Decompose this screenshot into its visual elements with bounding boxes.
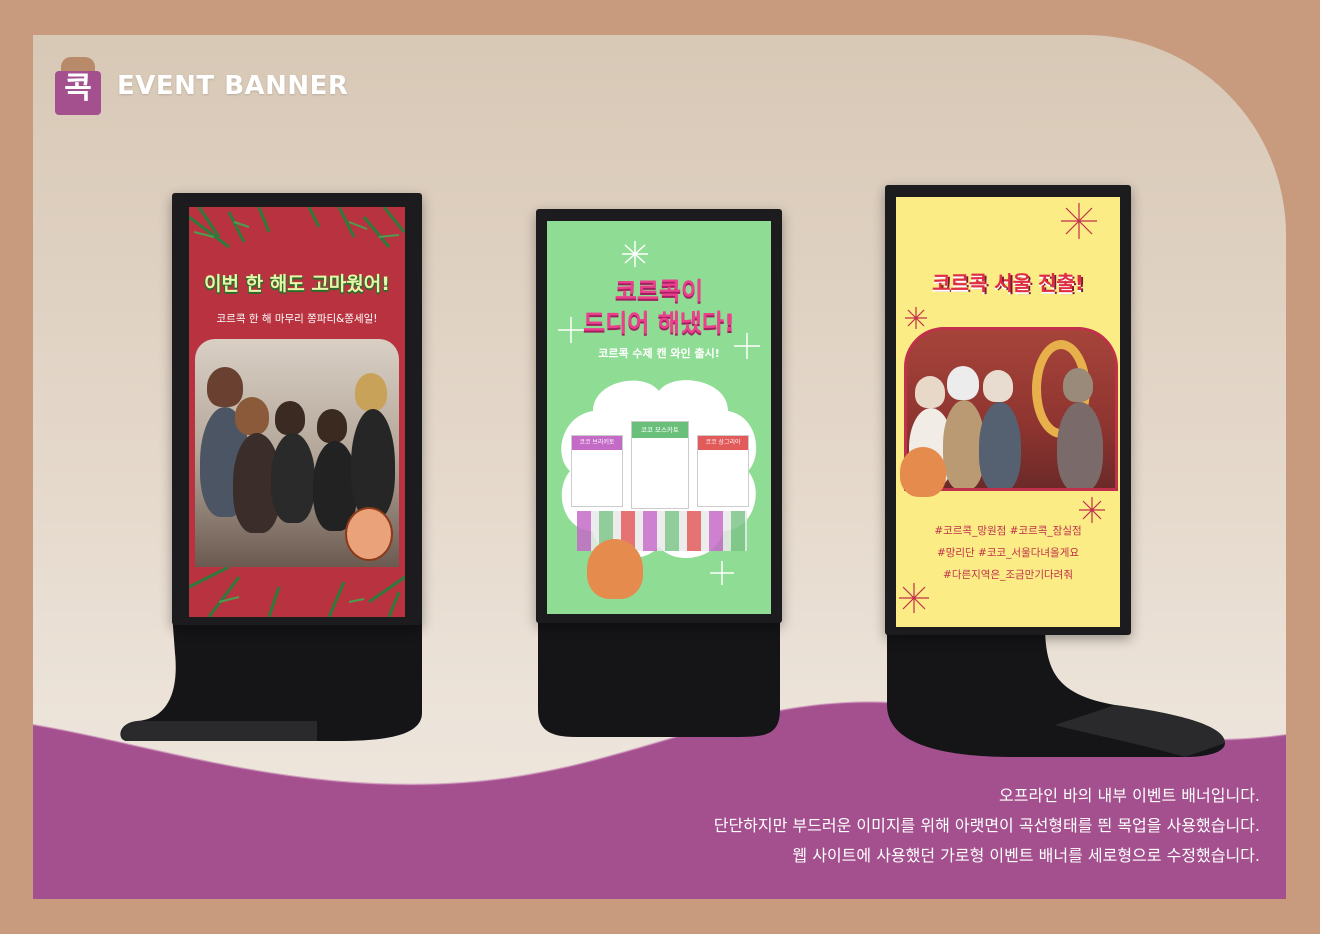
banner-stand-3: 코르콕 서울 진출! #코르콕_망원점 #코르콕_잠실점 #망리단 #코코_서울… — [885, 185, 1253, 760]
mascot-icon — [900, 447, 946, 497]
description-text: 오프라인 바의 내부 이벤트 배너입니다. 단단하지만 부드러운 이미지를 위해… — [714, 781, 1260, 871]
mockup-canvas: 콕 EVENT BANNER 이번 한 해도 고마웠어! 코르콕 한 해 마무리… — [33, 35, 1286, 899]
banner-headline-line1: 코르콕이 — [614, 277, 704, 305]
party-photo — [195, 339, 399, 567]
banner-headline-line2: 드디어 해냈다! — [583, 309, 735, 337]
banner-subtitle: 코르콕 수제 캔 와인 출시! — [598, 347, 720, 360]
logo-icon: 콕 — [55, 57, 101, 115]
page-title: EVENT BANNER — [117, 71, 349, 101]
banner-stand-2: 코르콕이 드디어 해냈다! 코르콕 수제 캔 와인 출시! 코코 브라키토 코코… — [536, 209, 782, 739]
product-poster-1: 코코 브라키토 — [571, 435, 623, 507]
mascot-icon — [587, 539, 643, 599]
banner-subtitle: 코르콕 한 해 마무리 쫑파티&쫑세일! — [216, 313, 378, 325]
banner-screen-1: 이번 한 해도 고마웠어! 코르콕 한 해 마무리 쫑파티&쫑세일! — [189, 207, 405, 617]
description-line-3: 웹 사이트에 사용했던 가로형 이벤트 배너를 세로형으로 수정했습니다. — [792, 846, 1260, 865]
description-line-1: 오프라인 바의 내부 이벤트 배너입니다. — [999, 786, 1260, 805]
product-poster-3: 코코 상그리아 — [697, 435, 749, 507]
banner-stand-1: 이번 한 해도 고마웠어! 코르콕 한 해 마무리 쫑파티&쫑세일! — [117, 193, 427, 753]
banner-screen-2: 코르콕이 드디어 해냈다! 코르콕 수제 캔 와인 출시! 코코 브라키토 코코… — [547, 221, 771, 614]
banner-tag-line-2: #망리단 #코코_서울다녀올게요 — [936, 547, 1080, 559]
banner-screen-3: 코르콕 서울 진출! #코르콕_망원점 #코르콕_잠실점 #망리단 #코코_서울… — [896, 197, 1120, 627]
banner-headline: 코르콕 서울 진출! — [932, 271, 1084, 295]
brand-logo: 콕 EVENT BANNER — [55, 57, 348, 115]
description-line-2: 단단하지만 부드러운 이미지를 위해 아랫면이 곡선형태를 띈 목업을 사용했습… — [713, 816, 1260, 835]
mascot-icon — [345, 507, 393, 561]
banner-headline: 이번 한 해도 고마웠어! — [204, 273, 390, 295]
product-poster-2: 코코 모스카토 — [631, 421, 689, 509]
banner-tag-line-3: #다른지역은_조금만기다려줘 — [943, 569, 1073, 581]
banner-tag-line-1: #코르콕_망원점 #코르콕_잠실점 — [934, 525, 1082, 537]
